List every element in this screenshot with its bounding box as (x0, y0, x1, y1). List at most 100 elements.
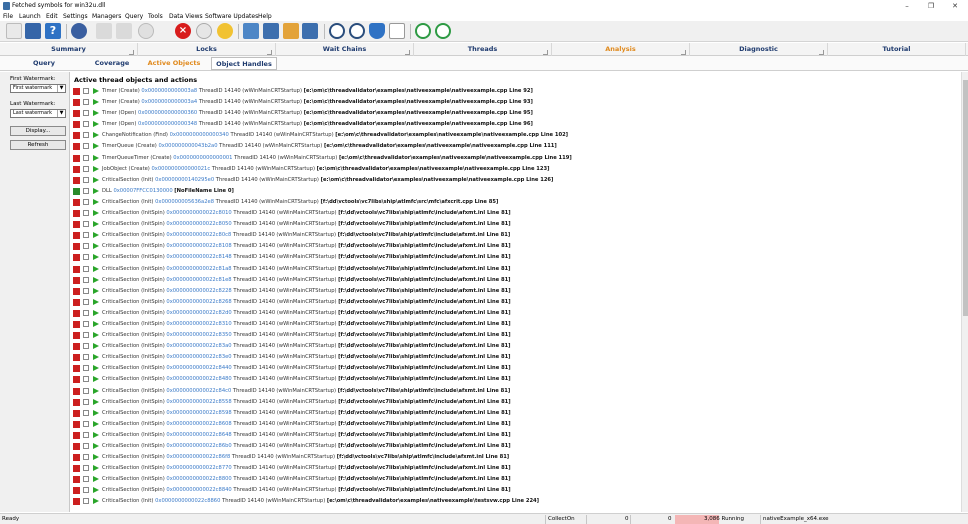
expand-icon[interactable] (83, 454, 89, 461)
expand-icon[interactable] (83, 387, 89, 394)
table-row[interactable]: CriticalSection (InitSpin) 0x00000000000… (71, 408, 961, 419)
table-row[interactable]: CriticalSection (InitSpin) 0x00000000000… (71, 452, 961, 463)
refresh-icon[interactable] (435, 23, 451, 39)
vertical-scrollbar[interactable] (961, 72, 968, 512)
table-row[interactable]: TimerQueueTimer (Create) 0x0000000000000… (71, 153, 961, 164)
stop-icon[interactable]: × (175, 23, 191, 39)
expand-icon[interactable] (83, 276, 89, 283)
refresh-icon[interactable] (415, 23, 431, 39)
expand-icon[interactable] (83, 476, 89, 483)
table-row[interactable]: CriticalSection (InitSpin) 0x00000000000… (71, 463, 961, 474)
expand-icon[interactable] (83, 498, 89, 505)
folder-icon[interactable] (283, 23, 299, 39)
table-row[interactable]: Timer (Open) 0x0000000000000348 ThreadID… (71, 119, 961, 130)
expand-icon[interactable] (83, 398, 89, 405)
table-row[interactable]: Timer (Open) 0x0000000000000360 ThreadID… (71, 108, 961, 119)
wand-icon[interactable] (116, 23, 132, 39)
help-icon[interactable]: ? (45, 23, 61, 39)
expand-icon[interactable] (83, 376, 89, 383)
expand-icon[interactable] (83, 210, 89, 217)
expand-icon[interactable] (83, 354, 89, 361)
menu-query[interactable]: Query (125, 13, 143, 20)
tab-tutorial[interactable]: Tutorial (828, 43, 966, 56)
pause-icon[interactable] (138, 23, 154, 39)
table-row[interactable]: CriticalSection (InitSpin) 0x00000000000… (71, 264, 961, 275)
table-row[interactable]: CriticalSection (InitSpin) 0x00000000000… (71, 286, 961, 297)
list-icon[interactable] (389, 23, 405, 39)
new-icon[interactable] (6, 23, 22, 39)
close-icon[interactable]: ✕ (944, 0, 966, 12)
menu-launch[interactable]: Launch (19, 13, 41, 20)
tab-wait-chains[interactable]: Wait Chains (276, 43, 414, 56)
table-row[interactable]: CriticalSection (InitSpin) 0x00000000000… (71, 319, 961, 330)
table-row[interactable]: CriticalSection (InitSpin) 0x00000000000… (71, 474, 961, 485)
wand-icon[interactable] (96, 23, 112, 39)
expand-icon[interactable] (83, 243, 89, 250)
expand-icon[interactable] (83, 132, 89, 139)
menu-help[interactable]: Help (258, 13, 272, 20)
table-row[interactable]: CriticalSection (InitSpin) 0x00000000000… (71, 441, 961, 452)
play-icon[interactable] (196, 23, 212, 39)
table-row[interactable]: CriticalSection (InitSpin) 0x00000000000… (71, 341, 961, 352)
menu-edit[interactable]: Edit (46, 13, 58, 20)
table-row[interactable]: CriticalSection (InitSpin) 0x00000000000… (71, 297, 961, 308)
expand-icon[interactable] (83, 110, 89, 117)
table-row[interactable]: CriticalSection (InitSpin) 0x00000000000… (71, 308, 961, 319)
expand-icon[interactable] (83, 88, 89, 94)
expand-icon[interactable] (83, 309, 89, 316)
export-icon[interactable] (263, 23, 279, 39)
table-row[interactable]: CriticalSection (InitSpin) 0x00000000000… (71, 275, 961, 286)
table-row[interactable]: CriticalSection (InitSpin) 0x00000000000… (71, 230, 961, 241)
expand-icon[interactable] (83, 265, 89, 272)
table-row[interactable]: CriticalSection (InitSpin) 0x00000000000… (71, 208, 961, 219)
table-row[interactable]: CriticalSection (InitSpin) 0x00000000000… (71, 374, 961, 385)
last-watermark-select[interactable]: Last watermark ▼ (10, 109, 66, 118)
maximize-icon[interactable]: ❐ (920, 0, 942, 12)
display-button[interactable]: Display... (10, 126, 66, 136)
folder-icon[interactable] (302, 23, 318, 39)
minimize-icon[interactable]: – (896, 0, 918, 12)
table-row[interactable]: CriticalSection (InitSpin) 0x00000000000… (71, 241, 961, 252)
save-icon[interactable] (25, 23, 41, 39)
tab-active-objects[interactable]: Active Objects (140, 57, 208, 70)
table-row[interactable]: CriticalSection (Init) 0x000000005636a2e… (71, 197, 961, 208)
expand-icon[interactable] (83, 143, 89, 150)
expand-icon[interactable] (83, 443, 89, 449)
expand-icon[interactable] (83, 343, 89, 350)
expand-icon[interactable] (83, 465, 89, 472)
expand-icon[interactable] (83, 431, 89, 438)
table-row[interactable]: CriticalSection (Init) 0x00000000140295e… (71, 175, 961, 186)
search-icon[interactable] (349, 23, 365, 39)
expand-icon[interactable] (83, 121, 89, 128)
menu-tools[interactable]: Tools (148, 13, 163, 20)
tab-locks[interactable]: Locks (138, 43, 276, 56)
table-row[interactable]: TimerQueue (Create) 0x000000000043b2a0 T… (71, 141, 961, 152)
tab-summary[interactable]: Summary (0, 43, 138, 56)
table-row[interactable]: CriticalSection (InitSpin) 0x00000000000… (71, 430, 961, 441)
first-watermark-select[interactable]: First watermark ▼ (10, 84, 66, 93)
expand-icon[interactable] (83, 254, 89, 261)
expand-icon[interactable] (83, 409, 89, 416)
table-row[interactable]: CriticalSection (InitSpin) 0x00000000000… (71, 485, 961, 496)
search-icon[interactable] (329, 23, 345, 39)
expand-icon[interactable] (83, 232, 89, 239)
table-row[interactable]: Timer (Create) 0x0000000000003a8 ThreadI… (71, 86, 961, 97)
expand-icon[interactable] (83, 198, 89, 205)
table-row[interactable]: DLL 0x00007FFCC0130000 [NoFileName Line … (71, 186, 961, 197)
tab-coverage[interactable]: Coverage (84, 57, 140, 70)
expand-icon[interactable] (83, 176, 89, 183)
expand-icon[interactable] (83, 332, 89, 339)
expand-icon[interactable] (83, 99, 89, 106)
table-row[interactable]: CriticalSection (InitSpin) 0x00000000000… (71, 386, 961, 397)
table-row[interactable]: Timer (Create) 0x0000000000003a4 ThreadI… (71, 97, 961, 108)
tab-query[interactable]: Query (5, 57, 83, 70)
expand-icon[interactable] (83, 298, 89, 305)
image-icon[interactable] (243, 23, 259, 39)
menu-software-updates[interactable]: Software Updates (205, 13, 258, 20)
menu-settings[interactable]: Settings (63, 13, 88, 20)
expand-icon[interactable] (83, 287, 89, 294)
expand-icon[interactable] (83, 420, 89, 427)
tab-threads[interactable]: Threads (414, 43, 552, 56)
table-row[interactable]: CriticalSection (Init) 0x0000000000022c8… (71, 496, 961, 507)
shield-icon[interactable] (369, 23, 385, 39)
